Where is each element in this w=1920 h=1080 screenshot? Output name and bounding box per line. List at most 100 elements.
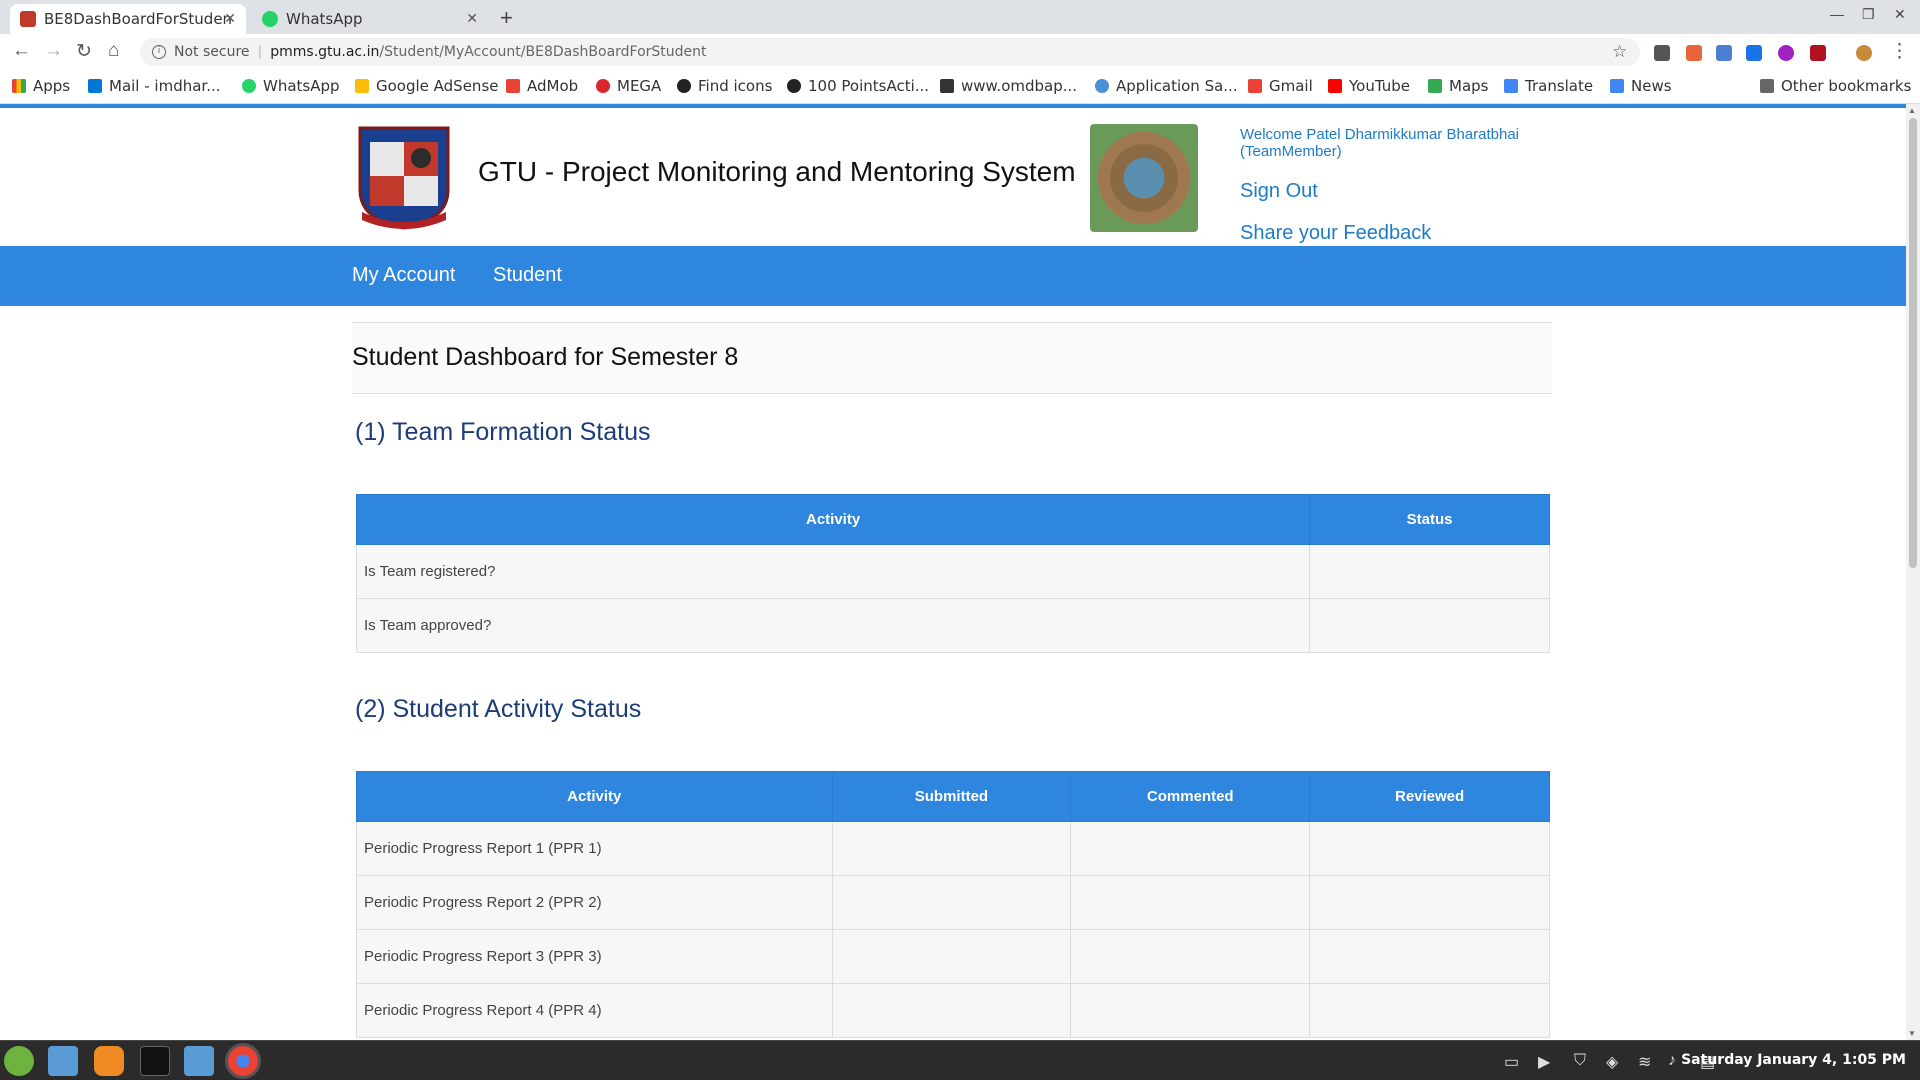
globe-icon xyxy=(677,79,691,93)
maps-icon xyxy=(1428,79,1442,93)
restore-icon[interactable]: ❐ xyxy=(1862,6,1875,23)
extension-icon[interactable] xyxy=(1654,45,1670,61)
table-header-row: Activity Submitted Commented Reviewed xyxy=(356,771,1550,822)
firefox-icon[interactable] xyxy=(94,1046,124,1076)
innovation-council-logo xyxy=(1090,124,1198,232)
bookmark-label: Maps xyxy=(1449,77,1489,95)
shield-icon[interactable]: ⛉ xyxy=(1574,1052,1592,1070)
scrollbar-thumb[interactable] xyxy=(1909,118,1917,568)
scroll-up-icon[interactable]: ▲ xyxy=(1908,106,1916,115)
info-icon[interactable]: i xyxy=(152,45,166,59)
youtube-icon xyxy=(1328,79,1342,93)
profile-avatar[interactable] xyxy=(1856,45,1872,61)
table-row: Periodic Progress Report 4 (PPR 4) xyxy=(356,983,1550,1038)
reviewed-cell xyxy=(1309,821,1550,876)
home-icon[interactable]: ⌂ xyxy=(108,40,119,62)
tab-whatsapp[interactable]: WhatsApp ✕ xyxy=(252,4,488,34)
forward-icon[interactable]: → xyxy=(44,40,63,62)
bookmark-apps[interactable]: Apps xyxy=(12,77,70,95)
tab-title: BE8DashBoardForStuden xyxy=(44,10,233,28)
linux-mint-menu-icon[interactable] xyxy=(4,1046,34,1076)
bookmark-label: Other bookmarks xyxy=(1781,77,1912,95)
bookmark-label: AdMob xyxy=(527,77,579,95)
team-formation-title: (1) Team Formation Status xyxy=(355,418,651,446)
ublock-icon[interactable] xyxy=(1810,45,1826,61)
bookmark-label: Google AdSense xyxy=(376,77,499,95)
commented-cell xyxy=(1070,875,1311,930)
bookmark-label: Gmail xyxy=(1269,77,1313,95)
address-bar[interactable]: i Not secure | pmms.gtu.ac.in/Student/My… xyxy=(140,38,1640,66)
site-header: GTU - Project Monitoring and Mentoring S… xyxy=(352,118,1552,245)
close-window-icon[interactable]: ✕ xyxy=(1894,6,1906,23)
bookmark-whatsapp[interactable]: WhatsApp xyxy=(242,77,340,95)
menu-kebab-icon[interactable]: ⋮ xyxy=(1890,40,1909,63)
feedback-link[interactable]: Share your Feedback xyxy=(1240,222,1431,245)
clock[interactable]: Saturday January 4, 1:05 PM xyxy=(1681,1052,1906,1068)
close-tab-icon[interactable]: ✕ xyxy=(224,11,236,27)
commented-cell xyxy=(1070,929,1311,984)
show-desktop-icon[interactable] xyxy=(48,1046,78,1076)
submitted-cell xyxy=(831,929,1072,984)
bookmark-youtube[interactable]: YouTube xyxy=(1328,77,1410,95)
url-host: pmms.gtu.ac.in xyxy=(270,44,380,60)
main-menu: My Account Student xyxy=(0,246,1906,306)
bookmark-admob[interactable]: AdMob xyxy=(506,77,578,95)
extension-icon[interactable] xyxy=(1686,45,1702,61)
bookmark-gmail[interactable]: Gmail xyxy=(1248,77,1313,95)
bookmarks-bar: Apps Mail - imdhar... WhatsApp Google Ad… xyxy=(0,70,1920,104)
terminal-icon[interactable] xyxy=(140,1046,170,1076)
globe-icon xyxy=(787,79,801,93)
bookmark-mega[interactable]: MEGA xyxy=(596,77,661,95)
menu-my-account[interactable]: My Account xyxy=(352,264,455,287)
news-icon xyxy=(1610,79,1624,93)
vertical-scrollbar[interactable]: ▲ ▼ xyxy=(1906,104,1920,1040)
bookmark-mail[interactable]: Mail - imdhar... xyxy=(88,77,221,95)
bookmark-label: 100 PointsActi... xyxy=(808,77,930,95)
bookmark-star-icon[interactable]: ☆ xyxy=(1612,42,1627,62)
bookmark-find-icons[interactable]: Find icons xyxy=(677,77,772,95)
back-icon[interactable]: ← xyxy=(12,40,31,62)
chrome-icon[interactable] xyxy=(228,1046,258,1076)
menu-student[interactable]: Student xyxy=(493,264,562,287)
wifi-icon[interactable]: ≋ xyxy=(1638,1052,1656,1071)
bookmark-application-sa[interactable]: Application Sa... xyxy=(1095,77,1238,95)
admob-icon xyxy=(506,79,520,93)
translate-icon xyxy=(1504,79,1518,93)
commented-cell xyxy=(1070,821,1311,876)
whatsapp-icon xyxy=(242,79,256,93)
activity-cell: Is Team approved? xyxy=(355,598,1311,653)
tab-title: WhatsApp xyxy=(286,10,363,28)
bookmark-adsense[interactable]: Google AdSense xyxy=(355,77,498,95)
translate-extension-icon[interactable] xyxy=(1716,45,1732,61)
close-tab-icon[interactable]: ✕ xyxy=(466,11,478,27)
activity-cell: Periodic Progress Report 3 (PPR 3) xyxy=(356,929,833,984)
column-header: Reviewed xyxy=(1309,771,1550,822)
reviewed-cell xyxy=(1309,929,1550,984)
column-header: Commented xyxy=(1070,771,1311,822)
reload-icon[interactable]: ↻ xyxy=(76,40,92,63)
bookmark-label: WhatsApp xyxy=(263,77,340,95)
scroll-down-icon[interactable]: ▼ xyxy=(1908,1029,1916,1038)
tab-strip: BE8DashBoardForStuden ✕ WhatsApp ✕ + — ❐… xyxy=(0,0,1920,34)
bookmark-omdbapi[interactable]: www.omdbap... xyxy=(940,77,1077,95)
bookmark-translate[interactable]: Translate xyxy=(1504,77,1593,95)
other-bookmarks[interactable]: Other bookmarks xyxy=(1760,77,1911,95)
extension-icon[interactable] xyxy=(1746,45,1762,61)
display-icon[interactable]: ▭ xyxy=(1504,1052,1522,1071)
nvidia-icon[interactable]: ◈ xyxy=(1606,1052,1624,1071)
commented-cell xyxy=(1070,983,1311,1038)
extension-icon[interactable] xyxy=(1778,45,1794,61)
files-icon[interactable] xyxy=(184,1046,214,1076)
bookmark-news[interactable]: News xyxy=(1610,77,1672,95)
security-label: Not secure xyxy=(174,44,250,60)
media-icon[interactable]: ▶ xyxy=(1538,1052,1556,1071)
outlook-icon xyxy=(88,79,102,93)
tab-dashboard[interactable]: BE8DashBoardForStuden ✕ xyxy=(10,4,246,34)
minimize-icon[interactable]: — xyxy=(1830,6,1844,22)
bookmark-label: MEGA xyxy=(617,77,662,95)
sign-out-link[interactable]: Sign Out xyxy=(1240,180,1318,203)
bookmark-100points[interactable]: 100 PointsActi... xyxy=(787,77,929,95)
bookmark-maps[interactable]: Maps xyxy=(1428,77,1488,95)
web-page: GTU - Project Monitoring and Mentoring S… xyxy=(0,104,1906,1040)
new-tab-button[interactable]: + xyxy=(500,5,513,31)
